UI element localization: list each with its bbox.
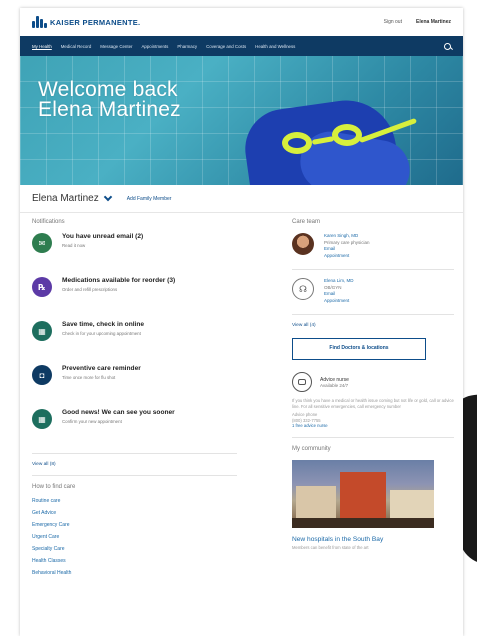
member-selector: Elena Martinez Add Family Member [20, 185, 463, 213]
how-to-find-care-title: How to find care [32, 484, 76, 490]
care-options-list: Routine care Get Advice Emergency Care U… [32, 498, 237, 576]
doctor-name[interactable]: Elena Lim, MD [324, 278, 354, 285]
logo-mark-icon [32, 16, 47, 28]
care-team-member: Karen Singh, MD Primary care physician E… [292, 233, 454, 259]
nav-item-appointments[interactable]: Appointments [142, 44, 169, 49]
notification-desc: Time once more for flu shot [62, 375, 116, 380]
care-link-emergency[interactable]: Emergency Care [32, 522, 237, 528]
nav-item-coverage[interactable]: Coverage and Costs [206, 44, 246, 49]
view-all-notifications-link[interactable]: View all (8) [32, 462, 237, 467]
phone-icon [292, 372, 312, 392]
nav-item-health-wellness[interactable]: Health and Wellness [255, 44, 295, 49]
hero-banner: Welcome back Elena Martinez [20, 56, 463, 185]
main-navigation: My Health Medical Record Message Center … [20, 36, 463, 56]
care-link-specialty[interactable]: Specialty Care [32, 546, 237, 552]
goggle-lens-shape [282, 132, 312, 154]
notification-desc: Check in for your upcoming appointment [62, 331, 141, 336]
right-column: Care team Karen Singh, MD Primary care p… [292, 213, 454, 551]
nav-item-message-center[interactable]: Message Center [100, 44, 132, 49]
user-menu[interactable]: Elena Martinez [416, 19, 451, 25]
goggle-lens-shape [332, 124, 362, 146]
notification-item[interactable]: ▦ Save time, check in online Check in fo… [32, 321, 237, 355]
notification-title: You have unread email (2) [62, 233, 144, 240]
care-link-urgent[interactable]: Urgent Care [32, 534, 237, 540]
camera-icon: ◘ [32, 365, 52, 385]
hero-title-line1: Welcome back [38, 78, 178, 101]
notification-title: Medications available for reorder (3) [62, 277, 176, 284]
doctor-avatar[interactable] [292, 233, 314, 255]
hero-welcome-title: Welcome back Elena Martinez [38, 78, 181, 121]
notification-item[interactable]: ✉ You have unread email (2) Read it now [32, 233, 237, 267]
notification-title: Preventive care reminder [62, 365, 141, 372]
care-team-member: ☊ Elena Lim, MD OB/GYN Email Appointment [292, 278, 454, 304]
notification-desc: Order and refill prescriptions [62, 287, 118, 292]
find-doctors-button[interactable]: Find Doctors & locations [292, 338, 426, 360]
stethoscope-icon: ☊ [292, 278, 314, 300]
care-link-behavioral[interactable]: Behavioral Health [32, 570, 237, 576]
view-all-care-team-link[interactable]: View all (4) [292, 323, 454, 328]
care-link-classes[interactable]: Health Classes [32, 558, 237, 564]
care-team-title: Care team [292, 219, 321, 225]
community-title: My community [292, 445, 331, 452]
nav-item-pharmacy[interactable]: Pharmacy [177, 44, 197, 49]
search-icon[interactable] [444, 42, 451, 50]
advice-desc: If you think you have a medical or healt… [292, 398, 454, 409]
nav-item-medical-record[interactable]: Medical Record [61, 44, 92, 49]
doctor-appointment-link[interactable]: Appointment [324, 298, 354, 305]
notification-title: Good news! We can see you sooner [62, 409, 175, 416]
calendar-icon: ▦ [32, 321, 52, 341]
care-link-advice[interactable]: Get Advice [32, 510, 237, 516]
divider [292, 269, 454, 270]
care-link-routine[interactable]: Routine care [32, 498, 237, 504]
rx-icon: ℞ [32, 277, 52, 297]
advice-nurse-row: Advice nurse Available 24/7 [292, 372, 454, 392]
add-family-member-link[interactable]: Add Family Member [127, 196, 172, 202]
notification-desc: Confirm your new appointment [62, 419, 122, 424]
divider [292, 314, 454, 315]
advice-title: Advice nurse [320, 376, 349, 383]
notification-desc: Read it now [62, 243, 86, 248]
divider [292, 436, 454, 438]
doctor-appointment-link[interactable]: Appointment [324, 253, 370, 260]
notification-item[interactable]: ℞ Medications available for reorder (3) … [32, 277, 237, 311]
community-hospital-image[interactable] [292, 459, 434, 528]
community-headline[interactable]: New hospitals in the South Bay [292, 536, 454, 543]
divider [32, 475, 237, 476]
top-bar-actions: Sign out Elena Martinez [384, 19, 451, 25]
divider [32, 453, 237, 454]
notification-item[interactable]: ◘ Preventive care reminder Time once mor… [32, 365, 237, 399]
advice-sub: Available 24/7 [320, 382, 349, 388]
hero-title-line2: Elena Martinez [38, 98, 181, 121]
advice-more-link[interactable]: 1 free advice nurse [292, 423, 454, 429]
notification-title: Save time, check in online [62, 321, 145, 328]
logo-text: KAISER PERMANENTE. [50, 17, 141, 27]
notifications-title: Notifications [32, 219, 65, 225]
kaiser-home-page: KAISER PERMANENTE. Sign out Elena Martin… [20, 8, 463, 636]
left-column: Notifications ✉ You have unread email (2… [32, 213, 237, 582]
notification-item[interactable]: ▦ Good news! We can see you sooner Confi… [32, 409, 237, 443]
calendar-icon: ▦ [32, 409, 52, 429]
member-name[interactable]: Elena Martinez [32, 193, 99, 204]
street-shape [292, 517, 434, 528]
chevron-down-icon[interactable] [103, 192, 112, 201]
mail-icon: ✉ [32, 233, 52, 253]
top-bar: KAISER PERMANENTE. Sign out Elena Martin… [20, 8, 463, 36]
nav-item-my-health[interactable]: My Health [32, 44, 52, 49]
community-sub: Members can benefit from state of the ar… [292, 544, 369, 550]
kaiser-logo[interactable]: KAISER PERMANENTE. [32, 16, 140, 28]
signout-link[interactable]: Sign out [384, 19, 402, 25]
